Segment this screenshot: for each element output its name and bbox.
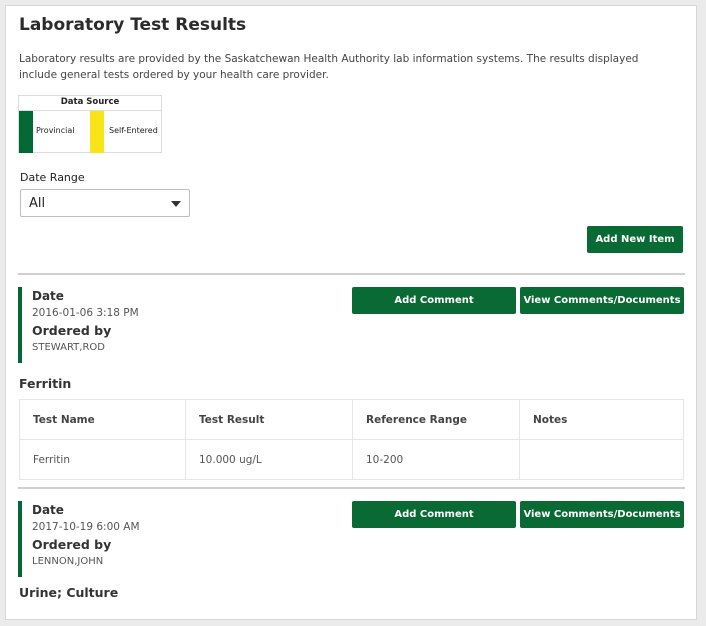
provincial-source-bar [18,287,22,363]
ordered-by-value: LENNON,JOHN [32,556,104,567]
result-entry: Date 2017-10-19 6:00 AM Ordered by LENNO… [18,501,685,579]
date-value: 2016-01-06 3:18 PM [32,307,139,319]
col-notes: Notes [519,399,684,440]
col-reference-range: Reference Range [352,399,520,440]
view-comments-documents-button[interactable]: View Comments/Documents [520,501,684,528]
date-range-label: Date Range [20,171,85,184]
cell-test-name: Ferritin [19,439,186,480]
result-entry: Date 2016-01-06 3:18 PM Ordered by STEWA… [18,287,685,365]
cell-reference-range: 10-200 [352,439,520,480]
chevron-down-icon [171,201,181,207]
add-comment-button[interactable]: Add Comment [352,287,516,314]
add-comment-button[interactable]: Add Comment [352,501,516,528]
section-divider [18,487,685,489]
test-group-title: Ferritin [19,376,72,391]
self-entered-swatch [90,111,104,153]
provincial-swatch [19,111,33,153]
cell-test-result: 10.000 ug/L [185,439,353,480]
date-range-select[interactable]: All [20,189,190,217]
intro-text: Laboratory results are provided by the S… [19,53,639,81]
add-new-item-button[interactable]: Add New Item [587,226,683,253]
ordered-by-value: STEWART,ROD [32,342,105,353]
cell-notes [519,439,684,480]
ordered-by-label: Ordered by [32,323,112,338]
view-comments-documents-button[interactable]: View Comments/Documents [520,287,684,314]
data-source-legend: Data Source Provincial Self-Entered [18,95,162,153]
section-divider [18,273,685,275]
table-header-row: Test Name Test Result Reference Range No… [19,399,684,440]
legend-self-entered-label: Self-Entered [109,126,158,135]
date-value: 2017-10-19 6:00 AM [32,521,140,533]
page-title: Laboratory Test Results [19,15,247,35]
legend-title: Data Source [19,96,161,111]
table-row: Ferritin 10.000 ug/L 10-200 [19,439,684,480]
legend-row: Provincial Self-Entered [19,111,161,153]
lab-results-card: Laboratory Test Results Laboratory resul… [5,5,697,620]
col-test-name: Test Name [19,399,186,440]
ordered-by-label: Ordered by [32,537,112,552]
col-test-result: Test Result [185,399,353,440]
date-label: Date [32,503,64,517]
test-group-title: Urine; Culture [19,585,119,600]
date-range-value: All [29,196,46,211]
date-label: Date [32,289,64,303]
results-table: Test Name Test Result Reference Range No… [19,399,684,480]
provincial-source-bar [18,501,22,577]
legend-provincial-label: Provincial [36,126,75,135]
